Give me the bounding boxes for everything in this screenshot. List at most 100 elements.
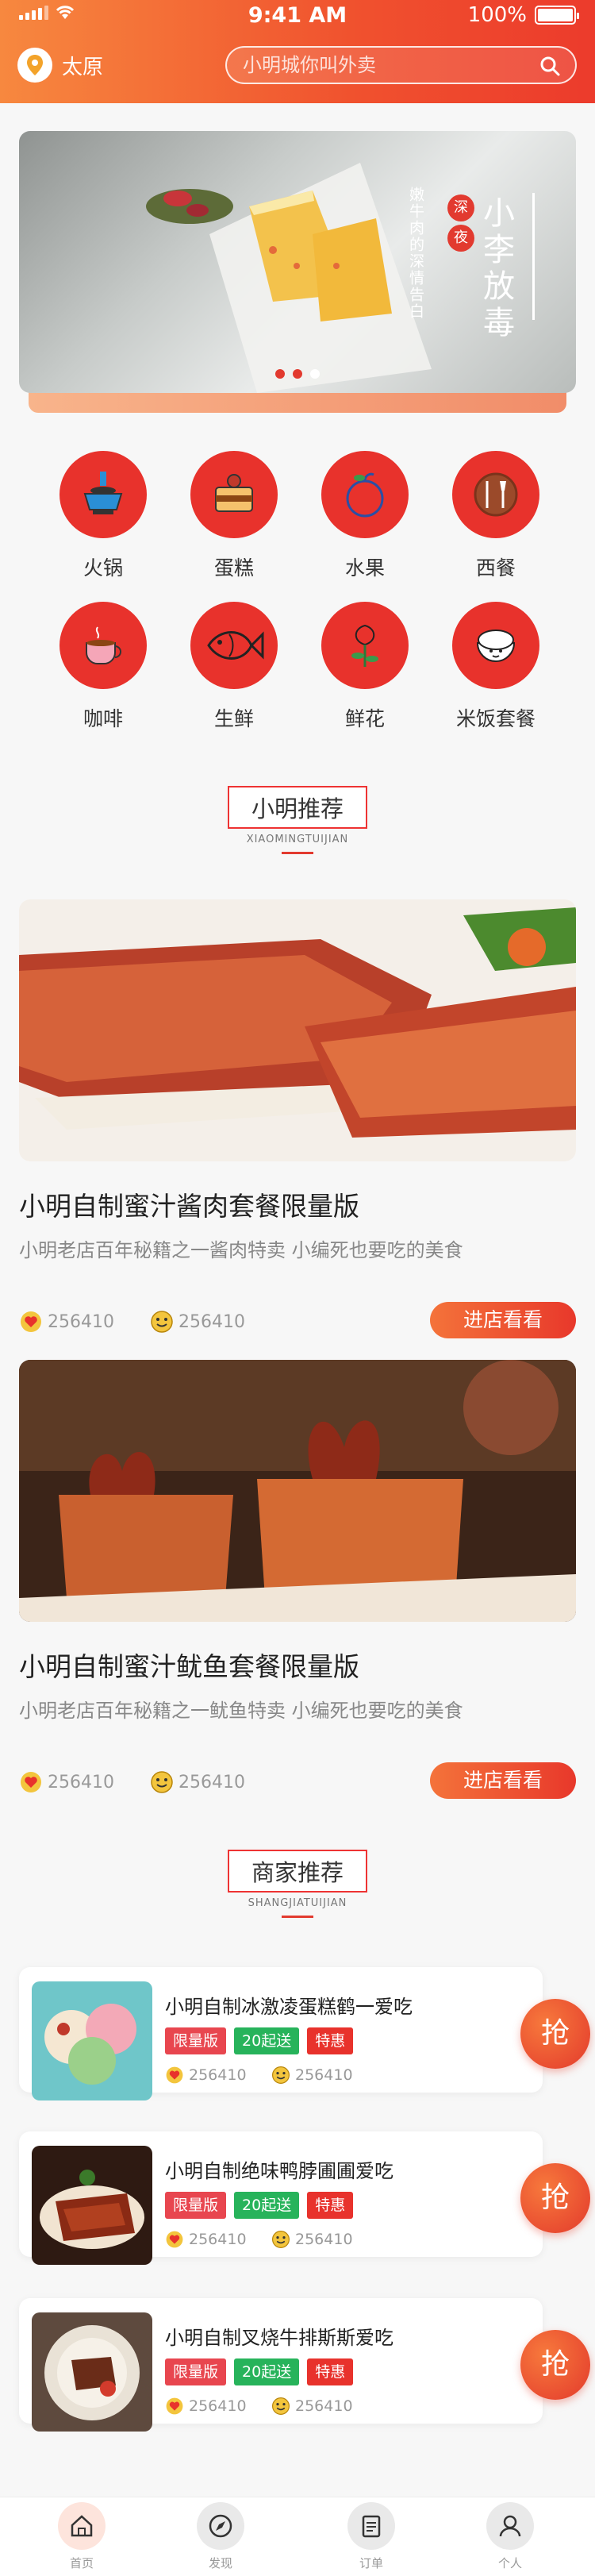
shop-image-icecream xyxy=(32,1981,152,2100)
smile-icon xyxy=(272,2397,290,2415)
search-placeholder: 小明城你叫外卖 xyxy=(243,54,376,76)
shop-tags: 限量版 20起送 特惠 xyxy=(165,2027,354,2054)
western-food-icon xyxy=(452,451,539,538)
category-label: 水果 xyxy=(344,556,385,580)
fish-icon xyxy=(190,602,278,689)
banner-badge-deep: 深 xyxy=(447,194,474,221)
section-title-text: 小明推荐 xyxy=(251,795,344,822)
carousel-dot-active[interactable] xyxy=(310,369,320,379)
recommend-title: 小明自制蜜汁酱肉套餐限量版 xyxy=(19,1191,359,1222)
likes-stat: 256410 xyxy=(165,2397,247,2416)
recommend-card[interactable]: 小明自制蜜汁鱿鱼套餐限量版 小明老店百年秘籍之一鱿鱼特卖 小编死也要吃的美食 2… xyxy=(19,1360,576,1802)
likes-count: 256410 xyxy=(189,2397,247,2415)
tab-profile[interactable]: 个人 xyxy=(463,2502,558,2571)
tag-limited: 限量版 xyxy=(165,2027,227,2054)
shop-image-steak xyxy=(32,2312,152,2432)
battery-percent: 100% xyxy=(467,3,527,27)
fruit-icon xyxy=(321,451,409,538)
grab-button[interactable]: 抢 xyxy=(520,2330,590,2400)
category-hotpot[interactable]: 火锅 xyxy=(44,451,163,581)
search-input[interactable]: 小明城你叫外卖 xyxy=(225,46,577,84)
heart-icon xyxy=(21,1311,41,1332)
section-title-text: 商家推荐 xyxy=(251,1859,344,1886)
grab-button[interactable]: 抢 xyxy=(520,1999,590,2069)
tab-orders[interactable]: 订单 xyxy=(324,2502,419,2571)
category-fresh[interactable]: 生鲜 xyxy=(175,602,294,732)
tab-discover[interactable]: 发现 xyxy=(173,2502,268,2571)
shop-card[interactable]: 小明自制绝味鸭脖圃圃爱吃 限量版 20起送 特惠 256410 256410 抢 xyxy=(19,2131,590,2265)
shop-card[interactable]: 小明自制冰激凌蛋糕鹤一爱吃 限量版 20起送 特惠 256410 256410 … xyxy=(19,1967,590,2100)
heart-icon xyxy=(166,2231,183,2248)
visit-shop-button[interactable]: 进店看看 xyxy=(430,1762,576,1799)
recommend-footer: 256410 256410 进店看看 xyxy=(19,1762,576,1802)
category-label: 蛋糕 xyxy=(213,556,254,580)
recommend-card[interactable]: 小明自制蜜汁酱肉套餐限量版 小明老店百年秘籍之一酱肉特卖 小编死也要吃的美食 2… xyxy=(19,899,576,1342)
smile-icon xyxy=(151,1771,173,1793)
section-subtitle: XIAOMINGTUIJIAN xyxy=(246,834,349,845)
likes-stat: 256410 xyxy=(165,2230,247,2249)
section-title-recommend: 小明推荐 XIAOMINGTUIJIAN xyxy=(0,786,595,854)
heart-icon xyxy=(21,1772,41,1792)
likes-stat: 256410 xyxy=(165,2066,247,2085)
flower-icon xyxy=(321,602,409,689)
shop-tags: 限量版 20起送 特惠 xyxy=(165,2192,354,2219)
likes-count: 256410 xyxy=(48,1772,114,1792)
category-label: 西餐 xyxy=(475,556,516,580)
category-label: 咖啡 xyxy=(83,707,123,730)
banner-subtitle: 嫩牛肉的深情告白 xyxy=(407,187,424,320)
heart-icon xyxy=(166,2397,183,2415)
shop-card[interactable]: 小明自制叉烧牛排斯斯爱吃 限量版 20起送 特惠 256410 256410 抢 xyxy=(19,2298,590,2432)
visit-shop-button[interactable]: 进店看看 xyxy=(430,1302,576,1338)
tab-home[interactable]: 首页 xyxy=(34,2502,129,2571)
category-coffee[interactable]: 咖啡 xyxy=(44,602,163,732)
section-underline xyxy=(282,1916,313,1918)
section-subtitle: SHANGJIATUIJIAN xyxy=(248,1897,347,1909)
tag-discount: 特惠 xyxy=(307,2192,354,2219)
tab-label: 个人 xyxy=(497,2556,522,2570)
smiles-stat: 256410 xyxy=(271,2230,353,2249)
smile-icon xyxy=(151,1311,173,1333)
heart-icon xyxy=(166,2066,183,2084)
tag-limited: 限量版 xyxy=(165,2192,227,2219)
likes-stat: 256410 xyxy=(19,1310,114,1334)
tag-min-order: 20起送 xyxy=(234,2027,300,2054)
tag-discount: 特惠 xyxy=(307,2358,354,2385)
recommend-footer: 256410 256410 进店看看 xyxy=(19,1302,576,1342)
category-cake[interactable]: 蛋糕 xyxy=(175,451,294,581)
category-rice[interactable]: 米饭套餐 xyxy=(436,602,555,732)
bottom-tab-bar: 首页 发现 订单 个人 xyxy=(0,2497,595,2576)
home-icon xyxy=(58,2502,106,2550)
smiles-stat: 256410 xyxy=(271,2397,353,2416)
recommend-title: 小明自制蜜汁鱿鱼套餐限量版 xyxy=(19,1651,359,1682)
likes-stat: 256410 xyxy=(19,1770,114,1794)
category-fruit[interactable]: 水果 xyxy=(305,451,424,581)
banner-divider xyxy=(532,193,535,320)
likes-count: 256410 xyxy=(48,1311,114,1332)
carousel-dot[interactable] xyxy=(275,369,285,379)
header: 9:41 AM 100% 太原 小明城你叫外卖 xyxy=(0,0,595,103)
user-icon xyxy=(486,2502,534,2550)
smile-icon xyxy=(272,2231,290,2248)
city-name: 太原 xyxy=(62,55,104,79)
smiles-count: 256410 xyxy=(295,2231,353,2248)
tag-min-order: 20起送 xyxy=(234,2192,300,2219)
smiles-count: 256410 xyxy=(295,2397,353,2415)
recommend-subtitle: 小明老店百年秘籍之一酱肉特卖 小编死也要吃的美食 xyxy=(19,1239,463,1261)
location-selector[interactable]: 太原 xyxy=(17,48,103,83)
compass-icon xyxy=(197,2502,244,2550)
carousel-dot[interactable] xyxy=(293,369,302,379)
category-western[interactable]: 西餐 xyxy=(436,451,555,581)
grab-button[interactable]: 抢 xyxy=(520,2163,590,2233)
category-flower[interactable]: 鲜花 xyxy=(305,602,424,732)
smiles-stat: 256410 xyxy=(150,1310,245,1334)
shop-name: 小明自制叉烧牛排斯斯爱吃 xyxy=(165,2327,393,2349)
location-pin-icon xyxy=(17,48,52,83)
carousel-dots xyxy=(19,369,576,379)
search-icon[interactable] xyxy=(539,55,561,77)
banner-carousel[interactable]: 小李放毒 嫩牛肉的深情告白 深 夜 xyxy=(19,131,576,393)
category-label: 生鲜 xyxy=(213,707,254,730)
smiles-count: 256410 xyxy=(295,2066,353,2084)
likes-count: 256410 xyxy=(189,2231,247,2248)
tag-limited: 限量版 xyxy=(165,2358,227,2385)
tag-min-order: 20起送 xyxy=(234,2358,300,2385)
